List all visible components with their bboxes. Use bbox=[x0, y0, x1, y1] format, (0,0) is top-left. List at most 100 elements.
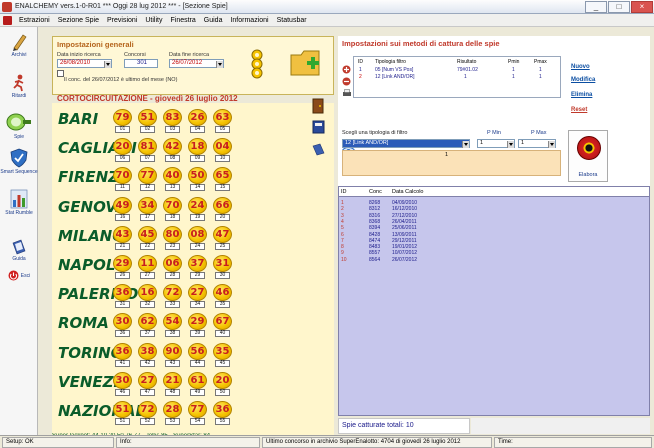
modifica-link[interactable]: Modifica bbox=[571, 77, 595, 83]
sidebar-item-smart-sequence[interactable]: Smart Sequence bbox=[0, 148, 38, 175]
elimina-link[interactable]: Elimina bbox=[571, 92, 592, 98]
menu-utility[interactable]: Utility bbox=[141, 17, 166, 24]
number-ball[interactable]: 28 bbox=[163, 401, 182, 418]
remove-icon[interactable] bbox=[342, 77, 351, 86]
sidebar-item-esci[interactable]: Esci bbox=[0, 270, 38, 281]
number-ball[interactable]: 08 bbox=[188, 225, 207, 243]
number-ball[interactable]: 90 bbox=[163, 342, 182, 360]
number-ball[interactable]: 70 bbox=[163, 196, 182, 214]
number-ball[interactable]: 30 bbox=[113, 313, 132, 331]
table-row[interactable]: 7 8474 29/12/2011 bbox=[339, 238, 649, 244]
minimize-button[interactable]: _ bbox=[585, 0, 607, 13]
number-ball[interactable]: 62 bbox=[138, 313, 157, 331]
number-ball[interactable]: 34 bbox=[138, 196, 157, 214]
number-ball[interactable]: 45 bbox=[138, 225, 157, 243]
number-ball[interactable]: 20 bbox=[213, 371, 232, 389]
concorsi-field[interactable]: 301 bbox=[124, 59, 158, 68]
number-ball[interactable]: 54 bbox=[163, 313, 182, 331]
print-icon[interactable] bbox=[342, 89, 352, 98]
number-ball[interactable]: 27 bbox=[138, 371, 157, 389]
number-ball[interactable]: 72 bbox=[138, 401, 157, 418]
sidebar-item-guida[interactable]: Guida bbox=[0, 239, 38, 262]
number-ball[interactable]: 26 bbox=[188, 109, 207, 126]
number-ball[interactable]: 61 bbox=[188, 371, 207, 389]
pmin-select[interactable]: 1 bbox=[477, 139, 515, 148]
filter-param-box[interactable]: 1 bbox=[342, 150, 561, 176]
number-ball[interactable]: 66 bbox=[213, 196, 232, 214]
number-ball[interactable]: 77 bbox=[138, 167, 157, 185]
last-month-checkbox[interactable] bbox=[57, 70, 64, 77]
table-row[interactable]: 8 8483 19/01/2012 bbox=[339, 244, 649, 250]
add-folder-icon[interactable] bbox=[289, 45, 323, 79]
number-ball[interactable]: 04 bbox=[213, 138, 232, 156]
filter-type-select[interactable]: 12 [Link AND/OR] bbox=[342, 139, 470, 148]
nuovo-link[interactable]: Nuovo bbox=[571, 64, 590, 70]
number-ball[interactable]: 63 bbox=[213, 109, 232, 126]
number-ball[interactable]: 30 bbox=[113, 371, 132, 389]
number-ball[interactable]: 42 bbox=[163, 138, 182, 156]
number-ball[interactable]: 29 bbox=[113, 255, 132, 272]
table-row[interactable]: 6 8428 13/09/2011 bbox=[339, 232, 649, 238]
table-row[interactable]: 9 8557 10/07/2012 bbox=[339, 250, 649, 256]
number-ball[interactable]: 67 bbox=[213, 313, 232, 331]
number-ball[interactable]: 40 bbox=[163, 167, 182, 185]
number-ball[interactable]: 11 bbox=[138, 255, 157, 272]
sidebar-item-spie[interactable]: Spie bbox=[0, 111, 38, 140]
number-ball[interactable]: 81 bbox=[138, 138, 157, 156]
number-ball[interactable]: 37 bbox=[188, 255, 207, 272]
number-ball[interactable]: 56 bbox=[188, 342, 207, 360]
number-ball[interactable]: 31 bbox=[213, 255, 232, 272]
notebook-icon[interactable] bbox=[312, 120, 325, 134]
number-ball[interactable]: 36 bbox=[213, 401, 232, 418]
table-row[interactable]: 2 8312 16/12/2010 bbox=[339, 206, 649, 212]
elabora-button[interactable]: Elabora bbox=[568, 130, 608, 182]
number-ball[interactable]: 38 bbox=[138, 342, 157, 360]
menu-statusbar[interactable]: Statusbar bbox=[273, 17, 311, 24]
number-ball[interactable]: 77 bbox=[188, 401, 207, 418]
number-ball[interactable]: 79 bbox=[113, 109, 132, 126]
number-ball[interactable]: 50 bbox=[188, 167, 207, 185]
pmax-select[interactable]: 1 bbox=[518, 139, 556, 148]
number-ball[interactable]: 43 bbox=[113, 225, 132, 243]
number-ball[interactable]: 49 bbox=[113, 196, 132, 214]
number-ball[interactable]: 16 bbox=[138, 284, 157, 302]
menu-informazioni[interactable]: Informazioni bbox=[226, 17, 272, 24]
sidebar-item-archivi[interactable]: Archivi bbox=[0, 33, 38, 58]
book-icon[interactable] bbox=[312, 143, 325, 156]
number-ball[interactable]: 24 bbox=[188, 196, 207, 214]
sidebar-item-ritardi[interactable]: Ritardi bbox=[0, 74, 38, 99]
date-end-field[interactable]: 26/07/2012 bbox=[169, 59, 224, 68]
table-row[interactable]: 10 8564 26/07/2012 bbox=[339, 257, 649, 263]
number-ball[interactable]: 21 bbox=[163, 371, 182, 389]
menu-guida[interactable]: Guida bbox=[200, 17, 227, 24]
close-button[interactable]: × bbox=[631, 0, 653, 13]
number-ball[interactable]: 83 bbox=[163, 109, 182, 126]
chevron-down-icon[interactable] bbox=[104, 61, 111, 68]
menu-previsioni[interactable]: Previsioni bbox=[103, 17, 141, 24]
menu-sezione-spie[interactable]: Sezione Spie bbox=[54, 17, 103, 24]
chevron-down-icon[interactable] bbox=[462, 141, 469, 148]
table-row[interactable]: 5 8394 25/06/2011 bbox=[339, 225, 649, 231]
reset-link[interactable]: Reset bbox=[571, 107, 587, 113]
number-ball[interactable]: 65 bbox=[213, 167, 232, 185]
number-ball[interactable]: 72 bbox=[163, 284, 182, 302]
number-ball[interactable]: 06 bbox=[163, 255, 182, 272]
sidebar-item-stat-rumble[interactable]: Stat Rumble bbox=[0, 189, 38, 216]
menu-estrazioni[interactable]: Estrazioni bbox=[15, 17, 54, 24]
slot-machine-icon[interactable] bbox=[248, 49, 266, 79]
date-start-field[interactable]: 26/08/2010 bbox=[57, 59, 112, 68]
document-menu-icon[interactable] bbox=[3, 15, 12, 25]
number-ball[interactable]: 46 bbox=[213, 284, 232, 302]
table-row[interactable]: 1 8268 04/09/2010 bbox=[339, 200, 649, 206]
door-icon[interactable] bbox=[311, 98, 325, 114]
chevron-down-icon[interactable] bbox=[548, 141, 555, 148]
table-row[interactable]: 3 8316 27/12/2010 bbox=[339, 213, 649, 219]
number-ball[interactable]: 18 bbox=[188, 138, 207, 156]
number-ball[interactable]: 29 bbox=[188, 313, 207, 331]
chevron-down-icon[interactable] bbox=[216, 61, 223, 68]
add-icon[interactable] bbox=[342, 65, 351, 74]
number-ball[interactable]: 80 bbox=[163, 225, 182, 243]
number-ball[interactable]: 36 bbox=[113, 342, 132, 360]
number-ball[interactable]: 47 bbox=[213, 225, 232, 243]
menu-finestra[interactable]: Finestra bbox=[166, 17, 199, 24]
